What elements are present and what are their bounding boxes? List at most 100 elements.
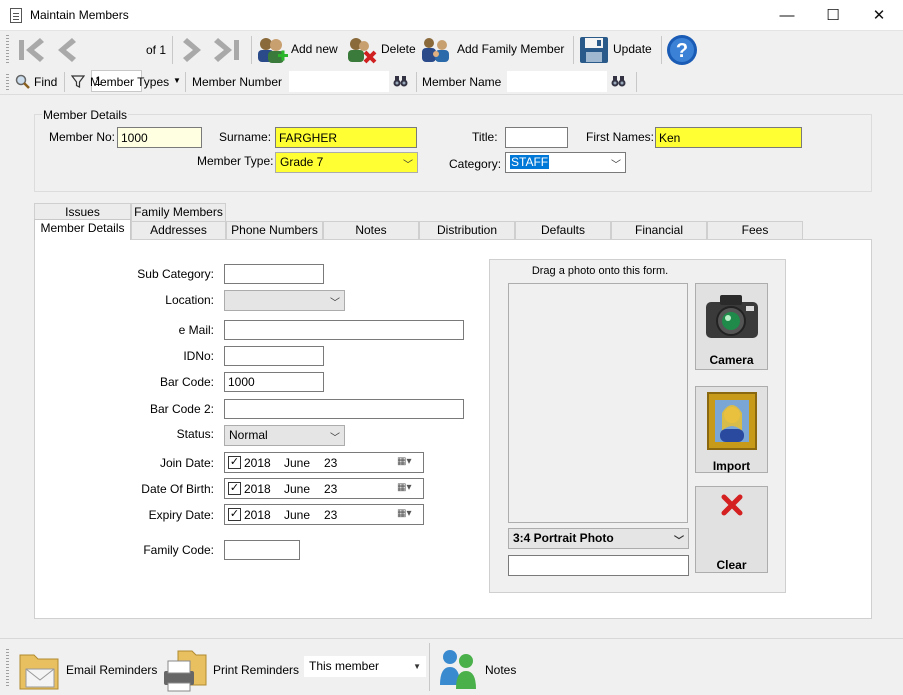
email-field[interactable]	[224, 320, 464, 340]
chevron-down-icon: ﹀	[330, 298, 340, 309]
expiry-year: 2018	[244, 508, 271, 522]
photo-drop-hint: Drag a photo onto this form.	[531, 265, 669, 277]
camera-label: Camera	[709, 353, 754, 367]
photo-drop-area[interactable]	[508, 283, 688, 523]
last-record-icon[interactable]	[212, 34, 244, 66]
calendar-dropdown-icon[interactable]: ▦▾	[397, 456, 411, 467]
separator	[251, 36, 252, 64]
chevron-down-icon: ﹀	[403, 160, 413, 171]
close-button[interactable]: ✕	[856, 0, 902, 31]
sub-category-field[interactable]	[224, 264, 324, 284]
bar-code-2-label: Bar Code 2:	[149, 402, 214, 416]
find-button[interactable]: Find	[34, 75, 57, 89]
expiry-date-picker[interactable]: ✓ 2018 June 23 ▦▾	[224, 504, 424, 525]
tab-distribution[interactable]: Distribution	[419, 221, 515, 239]
family-code-field[interactable]	[224, 540, 300, 560]
calendar-dropdown-icon[interactable]: ▦▾	[397, 482, 411, 493]
tab-member-details[interactable]: Member Details	[34, 219, 131, 240]
title-label: Title:	[472, 130, 498, 144]
photo-format-dropdown[interactable]: 3:4 Portrait Photo ﹀	[508, 528, 689, 549]
notes-label: Notes	[485, 663, 517, 677]
join-date-month: June	[284, 456, 311, 470]
next-record-icon[interactable]	[177, 34, 209, 66]
update-button[interactable]: Update	[578, 34, 658, 66]
join-date-checkbox[interactable]: ✓	[228, 456, 241, 469]
printer-icon	[164, 650, 207, 692]
tab-fees[interactable]: Fees	[707, 221, 803, 239]
print-reminders-label: Print Reminders	[213, 663, 300, 677]
reminder-scope-dropdown[interactable]: This member ▼	[304, 656, 426, 677]
expiry-date-checkbox[interactable]: ✓	[228, 508, 241, 521]
import-button[interactable]: Import	[695, 386, 768, 473]
member-details-group	[34, 114, 872, 192]
member-type-dropdown[interactable]: Grade 7 ﹀	[275, 152, 418, 173]
notes-button[interactable]: Notes	[434, 643, 524, 691]
member-no-field[interactable]	[117, 127, 202, 148]
tab-notes[interactable]: Notes	[323, 221, 419, 239]
family-icon	[422, 38, 449, 62]
bar-code-2-field[interactable]	[224, 399, 464, 419]
previous-record-icon[interactable]	[50, 34, 82, 66]
add-new-button[interactable]: Add new	[256, 34, 342, 66]
first-record-icon[interactable]	[14, 34, 46, 66]
date-of-birth-picker[interactable]: ✓ 2018 June 23 ▦▾	[224, 478, 424, 499]
binoculars-icon[interactable]	[611, 75, 626, 88]
dob-year: 2018	[244, 482, 271, 496]
minimize-button[interactable]: —	[764, 0, 810, 31]
binoculars-icon[interactable]	[393, 75, 408, 88]
idno-label: IDNo:	[183, 349, 214, 363]
category-dropdown[interactable]: STAFF ﹀	[505, 152, 626, 173]
member-number-search-input[interactable]	[289, 71, 389, 92]
record-toolbar: of 1 Add new Delete Add Family Member Up…	[0, 31, 903, 92]
tab-defaults[interactable]: Defaults	[515, 221, 611, 239]
member-types-dropdown[interactable]: Member Types	[90, 75, 169, 89]
date-of-birth-label: Date Of Birth:	[141, 482, 214, 496]
camera-icon	[706, 295, 758, 338]
toolbar-grip	[6, 35, 9, 65]
clear-button[interactable]: Clear	[695, 486, 768, 573]
status-label: Status:	[176, 427, 214, 441]
find-toolbar: Find Member Types ▼ Member Number Member…	[0, 69, 903, 95]
clear-label: Clear	[716, 558, 747, 572]
camera-button[interactable]: Camera	[695, 283, 768, 370]
bar-code-field[interactable]	[224, 372, 324, 392]
add-new-label: Add new	[291, 42, 338, 56]
tab-addresses[interactable]: Addresses	[131, 221, 226, 239]
location-dropdown[interactable]: ﹀	[224, 290, 345, 311]
add-family-member-label: Add Family Member	[457, 42, 565, 56]
separator	[172, 36, 173, 64]
add-family-member-button[interactable]: Add Family Member	[420, 34, 570, 66]
member-type-label: Member Type:	[197, 154, 274, 168]
surname-field[interactable]	[275, 127, 417, 148]
print-reminders-button[interactable]: Print Reminders	[162, 643, 302, 692]
delete-button[interactable]: Delete	[345, 34, 417, 66]
save-disk-icon	[580, 37, 608, 63]
join-date-picker[interactable]: ✓ 2018 June 23 ▦▾	[224, 452, 424, 473]
date-of-birth-checkbox[interactable]: ✓	[228, 482, 241, 495]
window-title: Maintain Members	[30, 8, 129, 22]
delete-user-icon	[348, 38, 377, 64]
photo-caption-field[interactable]	[508, 555, 689, 576]
tab-phone-numbers[interactable]: Phone Numbers	[226, 221, 323, 239]
people-notes-icon	[440, 650, 476, 689]
email-label: e Mail:	[178, 323, 214, 337]
category-label: Category:	[449, 157, 502, 171]
tab-financial[interactable]: Financial	[611, 221, 707, 239]
member-type-value: Grade 7	[280, 155, 324, 169]
calendar-dropdown-icon[interactable]: ▦▾	[397, 508, 411, 519]
first-names-label: First Names:	[586, 130, 655, 144]
first-names-field[interactable]	[655, 127, 802, 148]
join-date-day: 23	[324, 456, 338, 470]
dropdown-arrow-icon: ▼	[413, 662, 421, 671]
title-field[interactable]	[505, 127, 568, 148]
red-x-icon	[721, 494, 743, 516]
tab-family-members[interactable]: Family Members	[131, 203, 226, 221]
email-reminders-label: Email Reminders	[66, 663, 158, 677]
status-dropdown[interactable]: Normal ﹀	[224, 425, 345, 446]
help-icon[interactable]: ?	[666, 34, 698, 66]
idno-field[interactable]	[224, 346, 324, 366]
email-reminders-button[interactable]: Email Reminders	[14, 643, 160, 691]
photo-format-value: 3:4 Portrait Photo	[513, 531, 614, 545]
maximize-button[interactable]: ☐	[810, 0, 856, 31]
member-name-search-input[interactable]	[507, 71, 607, 92]
